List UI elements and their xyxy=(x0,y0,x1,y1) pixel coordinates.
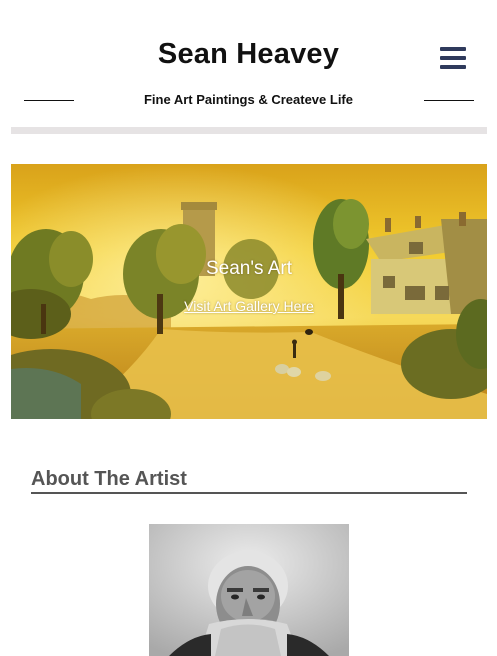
hero-title: Sean's Art xyxy=(205,258,292,279)
about-heading: About The Artist xyxy=(31,468,467,494)
hero-painting-image xyxy=(11,164,487,419)
hamburger-menu-icon[interactable] xyxy=(440,46,466,70)
artist-portrait-photo xyxy=(149,524,349,656)
page: Sean Heavey Fine Art Paintings & Createv… xyxy=(0,0,497,656)
menu-bar-middle xyxy=(440,56,466,60)
visit-gallery-link[interactable]: Visit Art Gallery Here xyxy=(11,298,487,314)
header-divider-bar xyxy=(11,127,487,134)
menu-bar-bottom xyxy=(440,65,466,69)
site-tagline: Fine Art Paintings & Createve Life xyxy=(143,92,353,107)
site-title[interactable]: Sean Heavey xyxy=(0,38,497,71)
tagline-divider-right xyxy=(424,100,474,101)
tagline-row: Fine Art Paintings & Createve Life xyxy=(0,91,497,111)
artist-portrait-image xyxy=(149,524,349,656)
menu-bar-top xyxy=(440,47,466,51)
hero-banner: Sean's Art Visit Art Gallery Here xyxy=(11,164,487,419)
